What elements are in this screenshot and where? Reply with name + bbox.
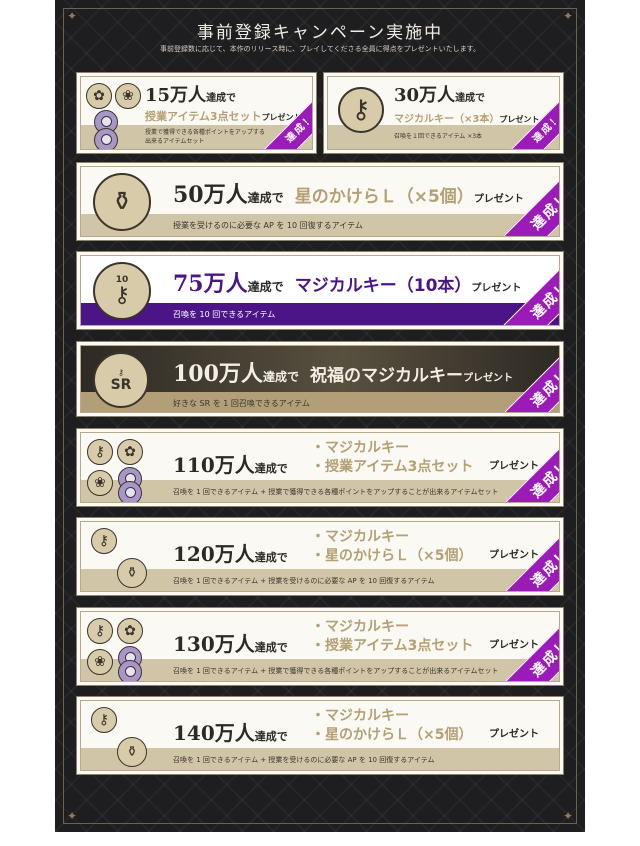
reward-description: 召喚を 1 回できるアイテム + 授業で獲得できる各種ポイントをアップすることが…	[173, 488, 499, 496]
reward-medal: ⚱	[93, 173, 151, 231]
candy-icon	[118, 481, 142, 502]
reward-medal: ⚷ SR	[93, 352, 149, 408]
reward-card-140: ⚷ ⚱ 140万人達成で ・マジカルキー ・星のかけらＬ（×5個） プレゼント …	[80, 700, 560, 771]
page-subtitle: 事前登録数に応じて、本作のリリース時に、プレイしてくださる全員に得点をプレゼント…	[160, 45, 480, 53]
milestone-achieved: 達成で	[455, 93, 486, 104]
reward-item: ・マジカルキー	[311, 619, 409, 635]
star-bottle-icon: ⚱	[117, 737, 147, 767]
reward-item: ・星のかけらＬ（×5個）	[311, 548, 473, 564]
reward-item: ・マジカルキー	[311, 529, 409, 545]
reward-card-120: ⚷ ⚱ 120万人達成で ・マジカルキー ・星のかけらＬ（×5個） プレゼント …	[80, 521, 560, 592]
flower-pot-icon: ❀	[87, 649, 113, 675]
reward-present: プレゼント	[489, 729, 539, 740]
reward-card-100: ⚷ SR 100万人達成で 祝福のマジカルキープレゼント 好きな SR を 1 …	[80, 345, 560, 413]
card-band	[81, 303, 559, 325]
reward-description: 授業で獲得できる各種ポイントをアップする	[145, 129, 265, 136]
reward-item: ・授業アイテム3点セット	[311, 638, 474, 654]
milestone-count: 15万人	[145, 85, 207, 106]
reward-item: ・マジカルキー	[311, 440, 409, 456]
key-icon: ⚷	[87, 618, 113, 644]
milestone-achieved: 達成で	[206, 93, 237, 104]
flower-pot-icon: ❀	[87, 470, 113, 496]
reward-description: 出来るアイテムセット	[145, 138, 205, 145]
star-bottle-icon: ⚱	[117, 558, 147, 588]
milestone-count: 130万人	[173, 632, 255, 656]
reward-card-110: ⚷ ✿ ❀ 110万人達成で ・マジカルキー ・授業アイテム3点セット プレゼン…	[80, 432, 560, 503]
milestone-achieved: 達成で	[254, 641, 288, 654]
reward-present: プレゼント	[463, 373, 514, 384]
milestone-achieved: 達成で	[247, 280, 284, 294]
key-icon: ⚷	[91, 528, 117, 554]
flower-pot-icon: ✿	[86, 83, 112, 109]
milestone-count: 30万人	[394, 85, 456, 106]
reward-description: 召喚を１回できるアイテム ×3本	[394, 133, 483, 140]
reward-item: ・星のかけらＬ（×5個）	[311, 727, 473, 743]
milestone-achieved: 達成で	[247, 191, 284, 205]
candy-icon	[118, 660, 142, 681]
key-icon: ⚷	[91, 707, 117, 733]
candy-icon	[94, 128, 118, 149]
milestone-achieved: 達成で	[262, 370, 299, 384]
reward-item: 授業アイテム3点セット	[145, 110, 262, 123]
milestone-count: 120万人	[173, 542, 255, 566]
reward-card-75: 10 ⚷ 75万人達成で マジカルキー（10本）プレゼント 召喚を 10 回でき…	[80, 255, 560, 326]
reward-item: マジカルキー（×3本）	[394, 114, 500, 125]
medal-rarity: SR	[110, 376, 132, 393]
page-title: 事前登録キャンペーン実施中	[196, 23, 444, 43]
card-band	[81, 392, 559, 412]
reward-present: プレゼント	[489, 640, 539, 651]
reward-present: プレゼント	[471, 283, 522, 294]
corner-ornament-icon: ✦	[67, 809, 78, 823]
reward-item: ・授業アイテム3点セット	[311, 459, 474, 475]
reward-description: 召喚を 10 回できるアイテム	[173, 310, 276, 319]
reward-description: 召喚を 1 回できるアイテム + 授業を受けるのに必要な AP を 10 回復す…	[173, 756, 435, 764]
campaign-board: ✦ ✦ ✦ ✦ 事前登録キャンペーン実施中 事前登録数に応じて、本作のリリース時…	[55, 0, 585, 832]
reward-item: マジカルキー（10本）	[294, 276, 472, 296]
reward-card-130: ⚷ ✿ ❀ 130万人達成で ・マジカルキー ・授業アイテム3点セット プレゼン…	[80, 611, 560, 682]
milestone-count: 75万人	[173, 271, 248, 297]
milestone-count: 140万人	[173, 721, 255, 745]
reward-item: 星のかけらＬ（×5個）	[294, 187, 474, 207]
flower-pot-icon: ✿	[117, 618, 143, 644]
reward-present: プレゼント	[489, 461, 539, 472]
milestone-achieved: 達成で	[254, 462, 288, 475]
milestone-count: 110万人	[173, 453, 255, 477]
milestone-count: 100万人	[173, 361, 263, 387]
reward-item: 祝福のマジカルキー	[310, 366, 464, 386]
reward-card-15: ✿ ❀ 15万人達成で 授業アイテム3点セットプレゼント 授業で獲得できる各種ポ…	[80, 76, 313, 150]
key-icon: ⚷	[87, 439, 113, 465]
key-icon: ⚷	[351, 95, 371, 125]
key-icon: ⚷	[118, 367, 124, 377]
reward-present: プレゼント	[473, 194, 524, 205]
reward-card-30: ⚷ 30万人達成で マジカルキー（×3本）プレゼント 召喚を１回できるアイテム …	[327, 76, 560, 150]
reward-card-50: ⚱ 50万人達成で 星のかけらＬ（×5個）プレゼント 授業を受けるのに必要な A…	[80, 166, 560, 237]
milestone-count: 50万人	[173, 182, 248, 208]
reward-present: プレゼント	[499, 115, 540, 124]
reward-description: 授業を受けるのに必要な AP を 10 回復するアイテム	[173, 221, 363, 230]
reward-item: ・マジカルキー	[311, 708, 409, 724]
reward-description: 召喚を 1 回できるアイテム + 授業で獲得できる各種ポイントをアップすることが…	[173, 667, 499, 675]
star-bottle-icon: ⚱	[111, 187, 133, 217]
key-bundle-icon: ⚷	[113, 283, 131, 308]
reward-medal: ⚷	[338, 87, 384, 133]
milestone-achieved: 達成で	[254, 551, 288, 564]
corner-ornament-icon: ✦	[562, 809, 573, 823]
flower-pot-icon: ❀	[115, 83, 141, 109]
reward-present: プレゼント	[489, 550, 539, 561]
reward-description: 好きな SR を 1 回召喚できるアイテム	[173, 399, 310, 408]
reward-medal: 10 ⚷	[93, 262, 151, 320]
reward-description: 召喚を 1 回できるアイテム + 授業を受けるのに必要な AP を 10 回復す…	[173, 577, 435, 585]
flower-pot-icon: ✿	[117, 439, 143, 465]
milestone-achieved: 達成で	[254, 730, 288, 743]
